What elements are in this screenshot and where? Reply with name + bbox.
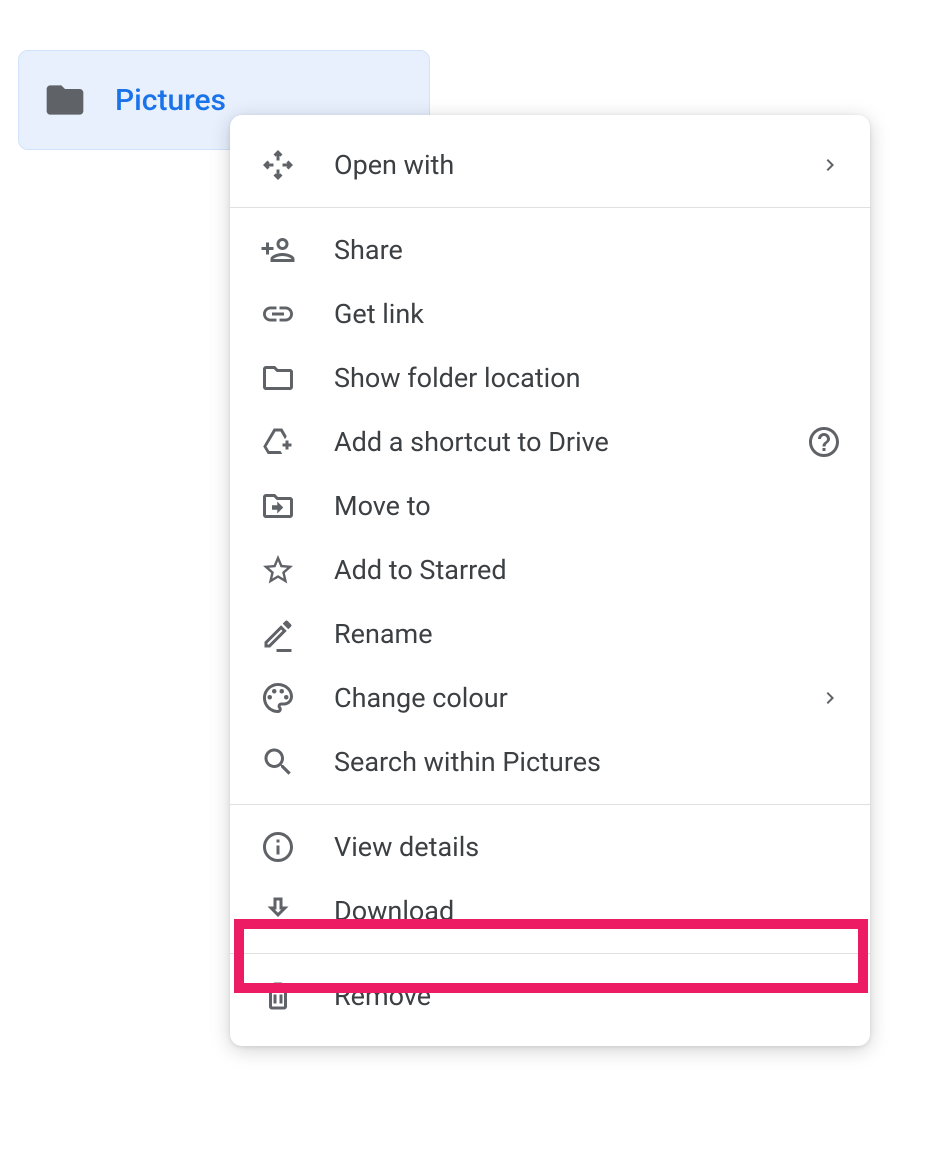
menu-item-label: Change colour [334, 682, 818, 714]
folder-chip-label: Pictures [115, 83, 226, 118]
menu-item-label: Download [334, 895, 842, 927]
share-icon [258, 230, 298, 270]
palette-icon [258, 678, 298, 718]
menu-item-label: Add to Starred [334, 554, 842, 586]
menu-divider [230, 207, 870, 208]
menu-item-rename[interactable]: Rename [230, 602, 870, 666]
menu-item-label: View details [334, 831, 842, 863]
menu-item-label: Show folder location [334, 362, 842, 394]
menu-item-remove[interactable]: Remove [230, 964, 870, 1028]
context-menu: Open with Share Get link Show folder l [230, 115, 870, 1046]
menu-item-download[interactable]: Download [230, 879, 870, 943]
info-icon [258, 827, 298, 867]
menu-item-move-to[interactable]: Move to [230, 474, 870, 538]
menu-item-add-to-starred[interactable]: Add to Starred [230, 538, 870, 602]
menu-item-share[interactable]: Share [230, 218, 870, 282]
help-icon[interactable] [806, 424, 842, 460]
move-to-icon [258, 486, 298, 526]
menu-divider [230, 953, 870, 954]
menu-item-search-within[interactable]: Search within Pictures [230, 730, 870, 794]
chevron-right-icon [818, 686, 842, 710]
menu-item-add-shortcut[interactable]: Add a shortcut to Drive [230, 410, 870, 474]
menu-item-show-folder-location[interactable]: Show folder location [230, 346, 870, 410]
menu-item-label: Remove [334, 980, 842, 1012]
menu-item-label: Move to [334, 490, 842, 522]
menu-item-label: Get link [334, 298, 842, 330]
star-icon [258, 550, 298, 590]
menu-divider [230, 804, 870, 805]
drive-shortcut-icon [258, 422, 298, 462]
menu-item-label: Add a shortcut to Drive [334, 426, 806, 458]
menu-item-get-link[interactable]: Get link [230, 282, 870, 346]
folder-icon [43, 78, 87, 122]
search-icon [258, 742, 298, 782]
trash-icon [258, 976, 298, 1016]
folder-outline-icon [258, 358, 298, 398]
menu-item-label: Open with [334, 149, 818, 181]
menu-item-open-with[interactable]: Open with [230, 133, 870, 197]
menu-item-label: Search within Pictures [334, 746, 842, 778]
link-icon [258, 294, 298, 334]
menu-item-label: Share [334, 234, 842, 266]
chevron-right-icon [818, 153, 842, 177]
menu-item-label: Rename [334, 618, 842, 650]
rename-icon [258, 614, 298, 654]
open-with-icon [258, 145, 298, 185]
menu-item-change-colour[interactable]: Change colour [230, 666, 870, 730]
menu-item-view-details[interactable]: View details [230, 815, 870, 879]
download-icon [258, 891, 298, 931]
